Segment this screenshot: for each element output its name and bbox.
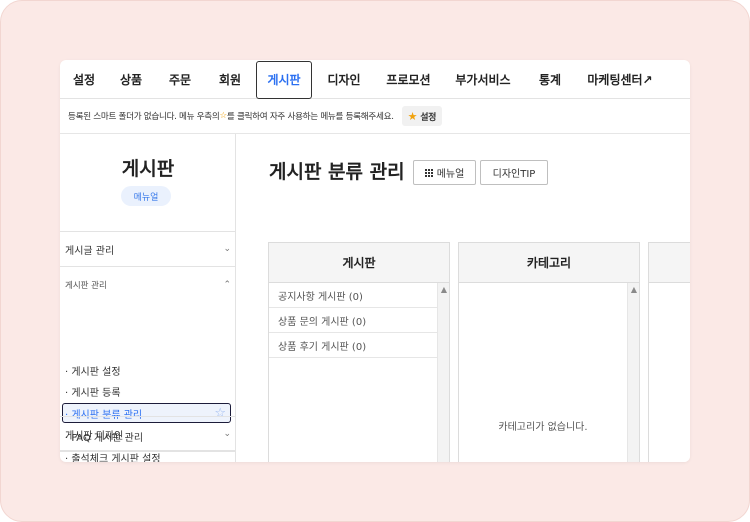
list-item[interactable]: 공지사항 게시판 (0) <box>269 283 437 308</box>
page-title: 게시판 분류 관리 <box>269 161 405 183</box>
nav-marketing-center[interactable]: 마케팅센터↗ <box>575 60 665 99</box>
category-panel: 카테고리 카테고리가 없습니다. ▲ <box>458 242 640 462</box>
chevron-up-icon: ⌃ <box>223 280 231 290</box>
sidebar-title: 게시판 <box>121 158 175 180</box>
design-tip-button[interactable]: 디자인TIP <box>480 160 548 185</box>
sidebar-section-board-management[interactable]: 게시판 관리 ⌃ <box>65 278 231 292</box>
sidebar: 게시판 메뉴얼 게시글 관리 ⌄ 게시판 관리 ⌃ · 게시판 설정 · 게시판… <box>60 134 236 462</box>
favorite-star-icon[interactable]: ☆ <box>214 406 226 421</box>
sidebar-link-board-register[interactable]: · 게시판 등록 <box>65 384 121 399</box>
nav-orders[interactable]: 주문 <box>156 60 204 99</box>
category-empty-message: 카테고리가 없습니다. <box>498 422 588 433</box>
star-icon: ☆ <box>219 111 228 121</box>
chevron-down-icon: ⌄ <box>223 244 231 254</box>
nav-products[interactable]: 상품 <box>106 60 156 99</box>
board-panel-header: 게시판 <box>269 243 449 283</box>
top-nav: 설정 상품 주문 회원 게시판 디자인 프로모션 부가서비스 통계 마케팅센터↗ <box>60 60 690 99</box>
notice-text-after: 를 클릭하여 자주 사용하는 메뉴를 등록해주세요. <box>226 112 394 122</box>
manual-button[interactable]: 메뉴얼 <box>413 160 476 185</box>
board-panel: 게시판 공지사항 게시판 (0) 상품 문의 게시판 (0) 상품 후기 게시판… <box>268 242 450 462</box>
board-scrollbar[interactable]: ▲ <box>437 283 449 462</box>
manual-button-label: 메뉴얼 <box>436 169 465 180</box>
scroll-up-icon[interactable]: ▲ <box>439 285 449 294</box>
sidebar-link-board-settings[interactable]: · 게시판 설정 <box>65 363 121 378</box>
nav-addon-services[interactable]: 부가서비스 <box>441 60 525 99</box>
sidebar-section-board-design[interactable]: 게시판 디자인 ⌄ <box>65 427 231 442</box>
link-label: · 게시판 분류 관리 <box>65 409 143 421</box>
scroll-up-icon[interactable]: ▲ <box>629 285 639 294</box>
nav-settings[interactable]: 설정 <box>62 60 106 99</box>
nav-statistics[interactable]: 통계 <box>525 60 575 99</box>
sidebar-section-post-management[interactable]: 게시글 관리 ⌄ <box>65 242 231 257</box>
section-label: 게시판 디자인 <box>65 430 124 442</box>
smart-folder-settings-button[interactable]: ★ 설정 <box>401 106 443 126</box>
star-filled-icon: ★ <box>407 109 418 123</box>
settings-button-label: 설정 <box>420 112 437 123</box>
third-panel-header <box>649 243 690 283</box>
category-scrollbar[interactable]: ▲ <box>627 283 639 462</box>
chevron-down-icon: ⌄ <box>223 429 231 439</box>
category-panel-header: 카테고리 <box>459 243 639 283</box>
admin-window: 설정 상품 주문 회원 게시판 디자인 프로모션 부가서비스 통계 마케팅센터↗… <box>60 60 690 462</box>
nav-board[interactable]: 게시판 <box>256 60 312 99</box>
nav-members[interactable]: 회원 <box>204 60 256 99</box>
list-item[interactable]: 상품 문의 게시판 (0) <box>269 308 437 333</box>
nav-design[interactable]: 디자인 <box>312 60 376 99</box>
divider <box>60 266 236 267</box>
sidebar-manual-badge[interactable]: 메뉴얼 <box>121 186 171 206</box>
section-label: 게시판 관리 <box>65 281 107 291</box>
divider <box>60 451 236 452</box>
sidebar-link-board-category[interactable]: · 게시판 분류 관리 ☆ <box>62 403 231 423</box>
grid-icon <box>424 168 433 177</box>
board-list: 공지사항 게시판 (0) 상품 문의 게시판 (0) 상품 후기 게시판 (0) <box>269 283 437 462</box>
notice-text-before: 등록된 스마트 폴더가 없습니다. 메뉴 우측의 <box>68 112 220 122</box>
list-item[interactable]: 상품 후기 게시판 (0) <box>269 333 437 358</box>
smart-folder-notice: 등록된 스마트 폴더가 없습니다. 메뉴 우측의 ☆ 를 클릭하여 자주 사용하… <box>60 99 690 134</box>
third-panel <box>648 242 690 462</box>
divider <box>60 231 236 232</box>
divider <box>60 416 236 417</box>
section-label: 게시글 관리 <box>65 245 115 257</box>
nav-promotion[interactable]: 프로모션 <box>376 60 441 99</box>
